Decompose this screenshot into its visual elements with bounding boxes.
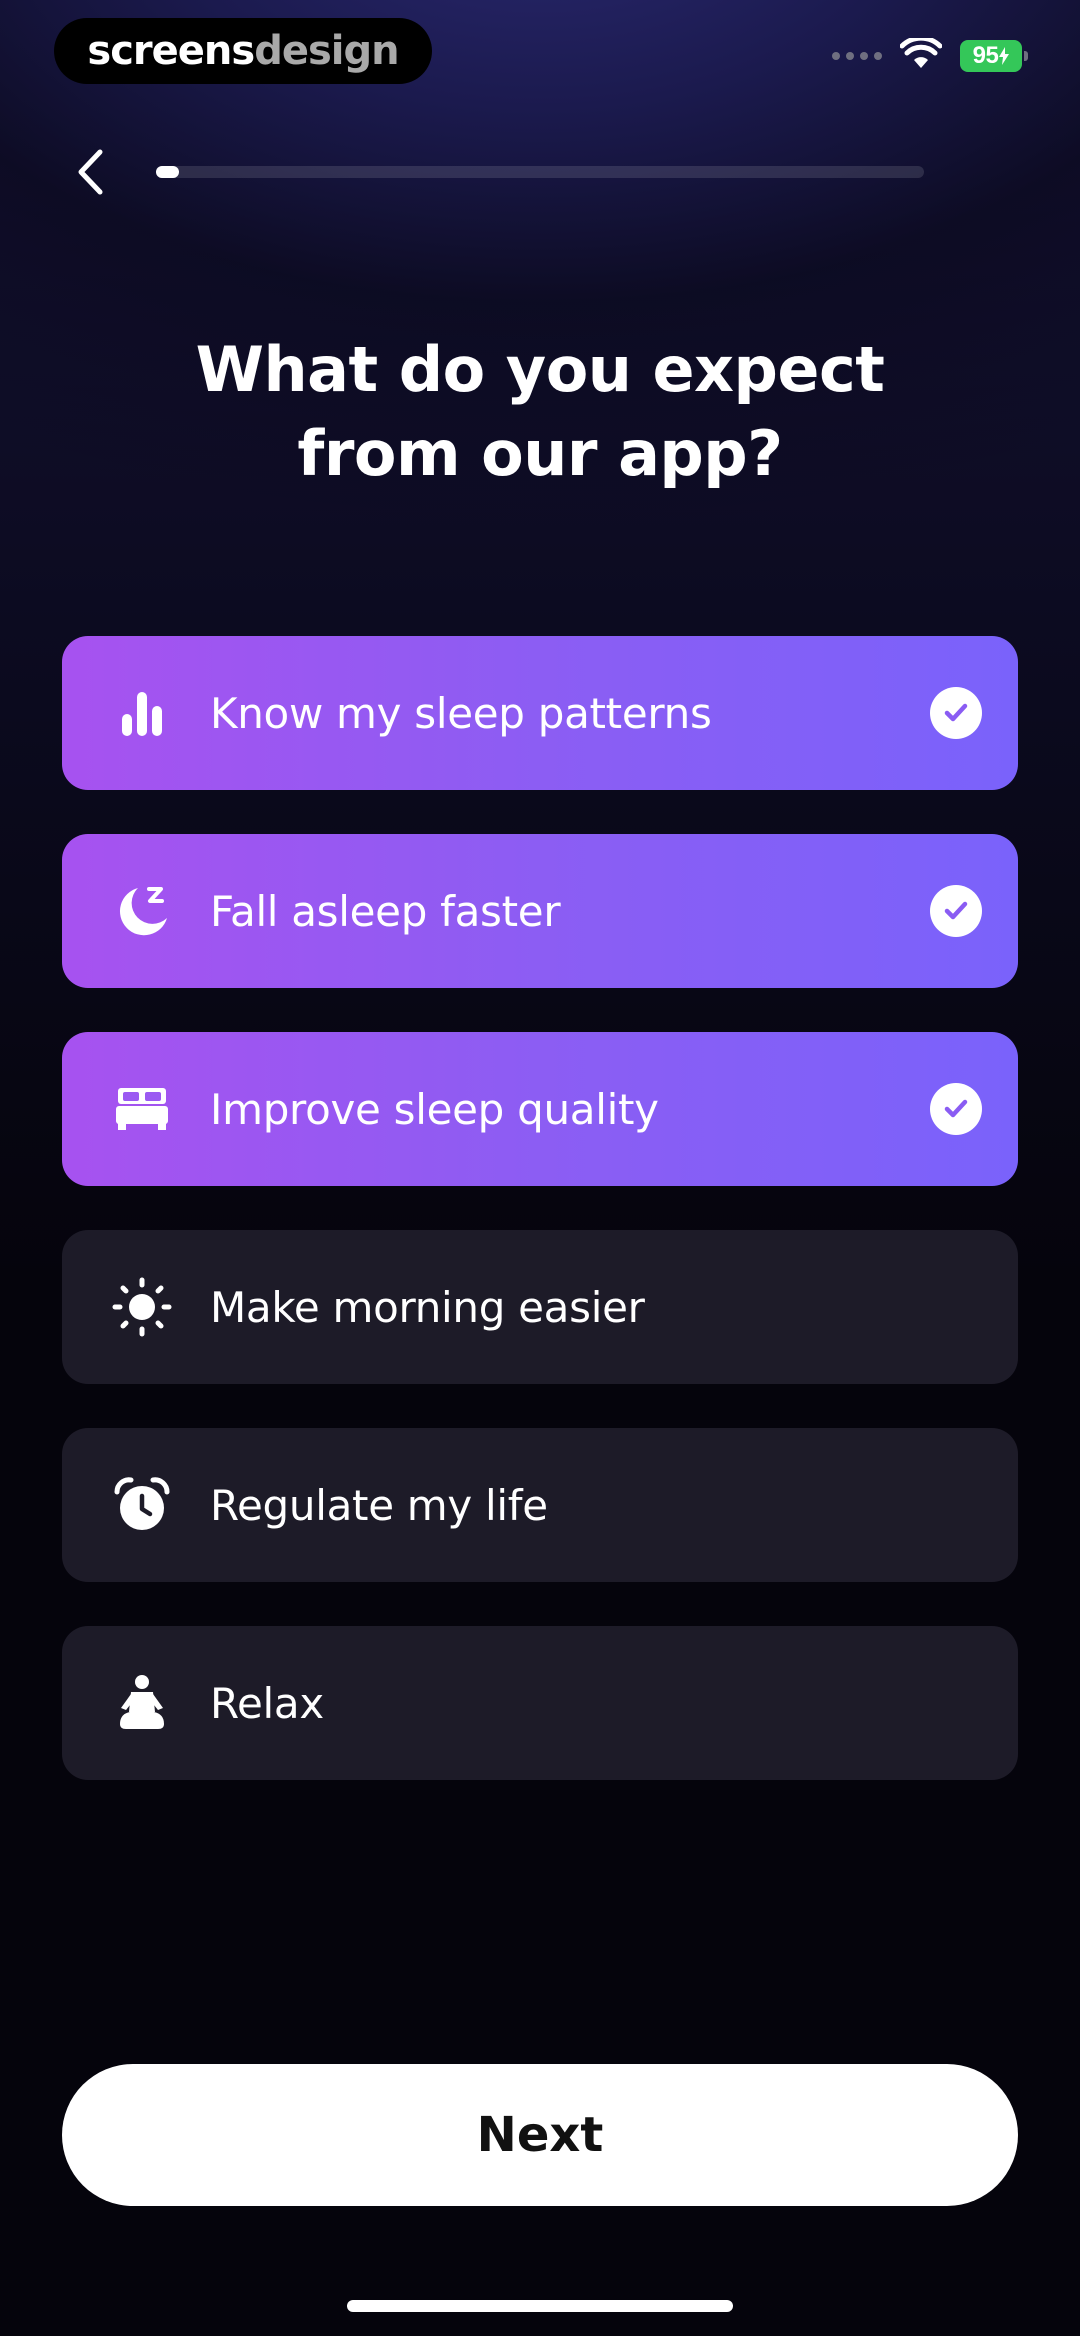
battery-icon: 95 xyxy=(960,40,1028,72)
chevron-left-icon xyxy=(78,149,103,195)
option-label: Fall asleep faster xyxy=(210,886,561,936)
progress-fill xyxy=(156,166,180,178)
brand-text-part2: design xyxy=(254,28,399,74)
alarm-clock-icon xyxy=(110,1473,174,1537)
option-label: Make morning easier xyxy=(210,1282,645,1332)
status-bar-right: 95 xyxy=(832,35,1028,74)
option-label: Know my sleep patterns xyxy=(210,688,712,738)
options-list: Know my sleep patterns Fall asleep faste… xyxy=(62,636,1018,1824)
sun-icon xyxy=(110,1275,174,1339)
check-circle-icon xyxy=(930,1083,982,1135)
option-label: Regulate my life xyxy=(210,1480,548,1530)
progress-bar xyxy=(156,166,924,178)
back-button[interactable] xyxy=(66,146,114,198)
option-label: Relax xyxy=(210,1678,324,1728)
wifi-icon xyxy=(899,35,943,74)
option-label: Improve sleep quality xyxy=(210,1084,659,1134)
option-improve-sleep-quality[interactable]: Improve sleep quality xyxy=(62,1032,1018,1186)
bed-icon xyxy=(110,1077,174,1141)
moon-sleep-icon xyxy=(110,879,174,943)
option-make-morning-easier[interactable]: Make morning easier xyxy=(62,1230,1018,1384)
brand-text-part1: screens xyxy=(87,28,255,74)
page-title-line2: from our app? xyxy=(297,417,783,490)
page-title-line1: What do you expect xyxy=(195,333,885,406)
next-button[interactable]: Next xyxy=(62,2064,1018,2206)
meditation-icon xyxy=(110,1671,174,1735)
bar-chart-icon xyxy=(110,681,174,745)
cellular-signal-icon xyxy=(832,52,882,60)
check-circle-icon xyxy=(930,885,982,937)
brand-logo: screens design xyxy=(54,18,432,84)
check-circle-icon xyxy=(930,687,982,739)
page-title: What do you expect from our app? xyxy=(0,328,1080,496)
option-relax[interactable]: Relax xyxy=(62,1626,1018,1780)
onboarding-screen: screens design 95 What do you expect fro… xyxy=(0,0,1080,2336)
option-fall-asleep-faster[interactable]: Fall asleep faster xyxy=(62,834,1018,988)
battery-level-text: 95 xyxy=(972,42,999,69)
option-regulate-my-life[interactable]: Regulate my life xyxy=(62,1428,1018,1582)
option-sleep-patterns[interactable]: Know my sleep patterns xyxy=(62,636,1018,790)
home-indicator xyxy=(347,2300,733,2312)
